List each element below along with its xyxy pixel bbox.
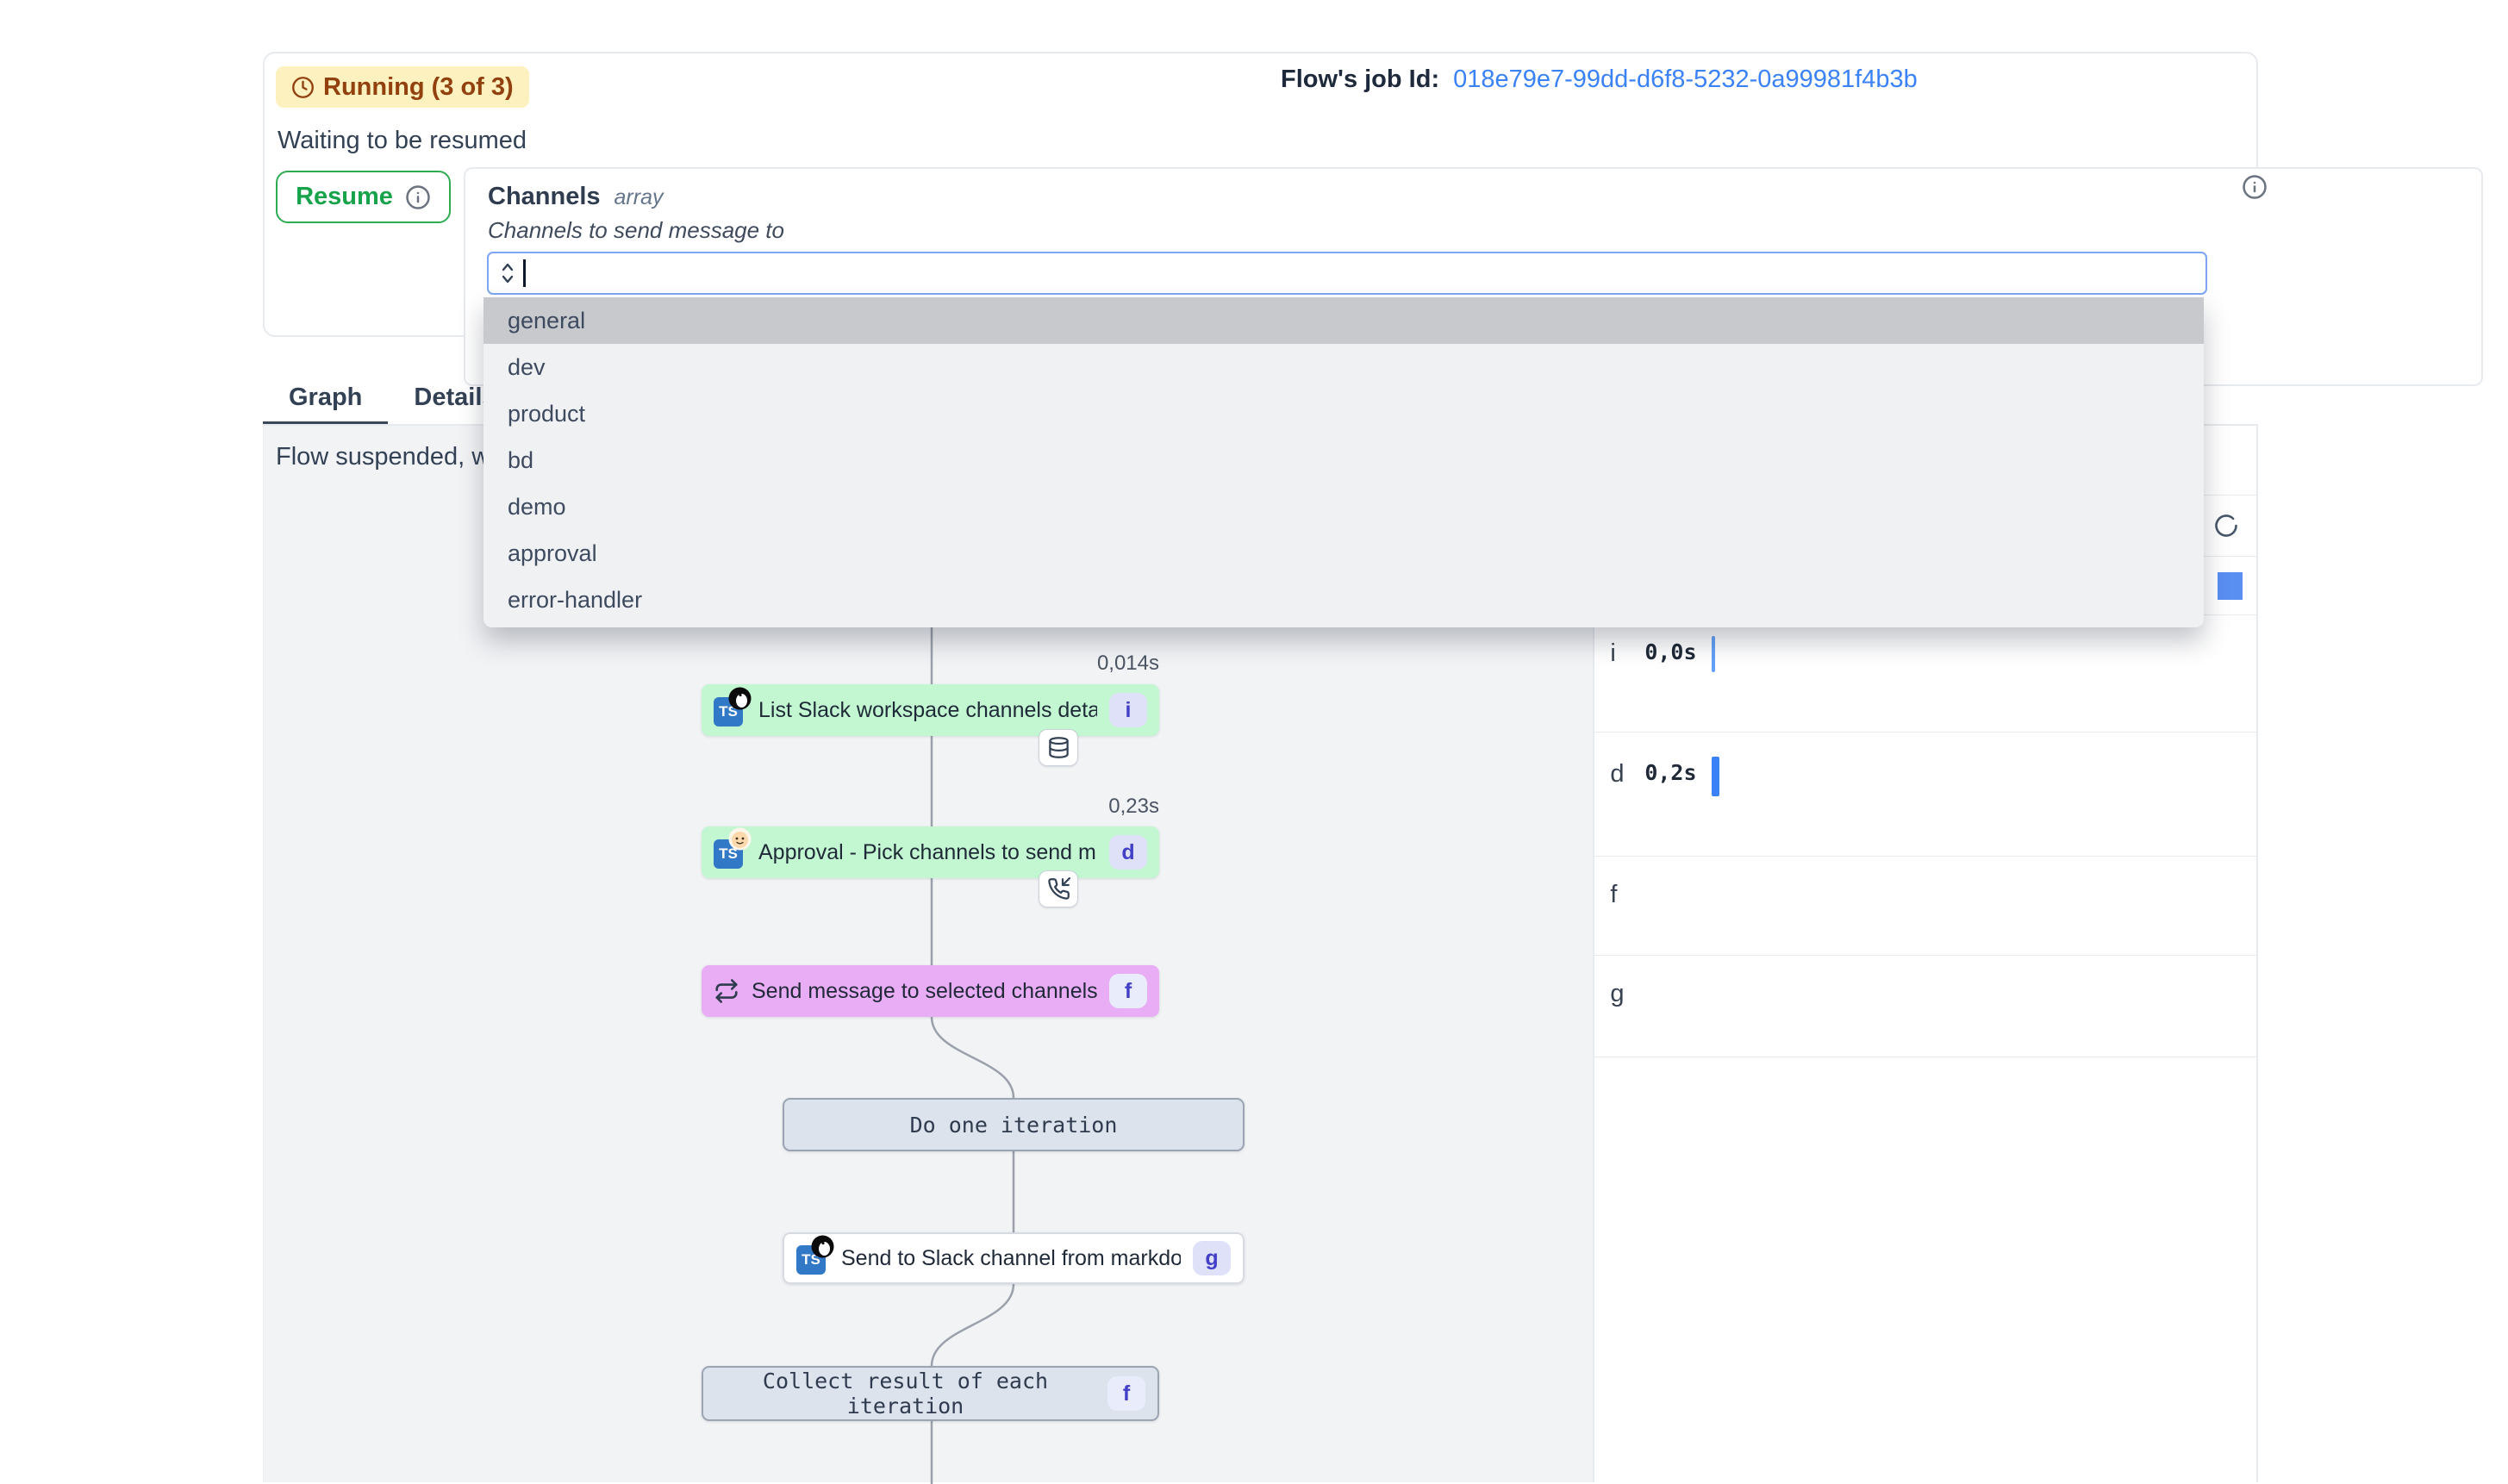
typescript-deno-icon: TS (714, 694, 746, 726)
form-info-icon[interactable] (2242, 174, 2268, 200)
typescript-approval-icon: TS (714, 836, 746, 869)
dropdown-option-approval[interactable]: approval (484, 530, 2204, 577)
text-cursor (523, 259, 526, 287)
waiting-text: Waiting to be resumed (278, 127, 527, 155)
node-forloop[interactable]: Send message to selected channels f (702, 965, 1159, 1017)
field-name: Channels (488, 183, 601, 211)
node-badge: f (1109, 974, 1147, 1008)
legend-color-square (2218, 572, 2243, 600)
job-id-line: Flow's job Id: 018e79e7-99dd-d6f8-5232-0… (1281, 65, 1918, 94)
step-duration: 0,2s (1644, 760, 1712, 785)
timeline-bar (1712, 636, 1715, 672)
timeline-bar (1712, 757, 1719, 796)
clock-icon (291, 76, 315, 99)
field-type: array (615, 185, 664, 210)
resume-button[interactable]: Resume (276, 171, 451, 223)
node-badge: f (1107, 1376, 1145, 1411)
dropdown-option-bd[interactable]: bd (484, 437, 2204, 483)
repeat-icon (714, 978, 739, 1004)
step-id: g (1594, 980, 1644, 1008)
node-duration: 0,014s (702, 652, 1159, 676)
node-badge: d (1109, 835, 1147, 870)
dropdown-option-error-handler[interactable]: error-handler (484, 577, 2204, 623)
channels-input[interactable] (487, 252, 2207, 295)
node-title: Send to Slack channel from markdo… (841, 1246, 1181, 1271)
node-title: Send message to selected channels (752, 979, 1097, 1004)
job-id-link[interactable]: 018e79e7-99dd-d6f8-5232-0a99981f4b3b (1453, 65, 1918, 94)
timeline-row-i[interactable]: i 0,0s (1594, 615, 2256, 733)
step-duration: 0,0s (1644, 639, 1712, 664)
channels-dropdown: general dev product bd demo approval err… (484, 297, 2204, 627)
dropdown-option-dev[interactable]: dev (484, 344, 2204, 390)
node-badge: g (1193, 1241, 1231, 1275)
timeline-row-d[interactable]: d 0,2s (1594, 733, 2256, 857)
timeline-row-f[interactable]: f (1594, 857, 2256, 956)
unfold-vertical-icon[interactable] (497, 260, 518, 286)
info-icon[interactable] (405, 184, 431, 210)
node-approval[interactable]: TS Approval - Pick channels to send me… … (702, 826, 1159, 878)
node-title: Approval - Pick channels to send me… (758, 840, 1097, 865)
node-title: Do one iteration (910, 1113, 1118, 1138)
node-collect-result[interactable]: Collect result of each iteration f (702, 1366, 1159, 1421)
node-duration: 0,23s (702, 795, 1159, 819)
job-id-label: Flow's job Id: (1281, 65, 1439, 94)
dropdown-option-product[interactable]: product (484, 390, 2204, 437)
phone-incoming-icon (1039, 870, 1078, 907)
database-icon (1039, 729, 1078, 766)
node-badge: i (1109, 693, 1147, 727)
tab-graph[interactable]: Graph (263, 371, 388, 424)
dropdown-option-general[interactable]: general (484, 297, 2204, 344)
flow-status-card: Running (3 of 3) Waiting to be resumed R… (263, 52, 2258, 337)
node-send-to-slack[interactable]: TS Send to Slack channel from markdo… g (783, 1232, 1245, 1284)
node-title: List Slack workspace channels details (758, 698, 1097, 723)
typescript-deno-icon: TS (796, 1242, 829, 1275)
step-id: i (1594, 639, 1644, 668)
status-badge: Running (3 of 3) (276, 66, 529, 108)
node-title: Collect result of each iteration (715, 1369, 1095, 1419)
step-id: f (1594, 881, 1644, 909)
field-description: Channels to send message to (488, 217, 784, 244)
node-list-channels[interactable]: TS List Slack workspace channels details… (702, 684, 1159, 736)
status-badge-label: Running (3 of 3) (323, 73, 514, 102)
timeline-row-g[interactable]: g (1594, 956, 2256, 1057)
resume-button-label: Resume (296, 183, 393, 211)
dropdown-option-demo[interactable]: demo (484, 483, 2204, 530)
step-id: d (1594, 760, 1644, 789)
refresh-icon[interactable] (2213, 513, 2239, 539)
node-do-one-iteration[interactable]: Do one iteration (783, 1098, 1245, 1151)
